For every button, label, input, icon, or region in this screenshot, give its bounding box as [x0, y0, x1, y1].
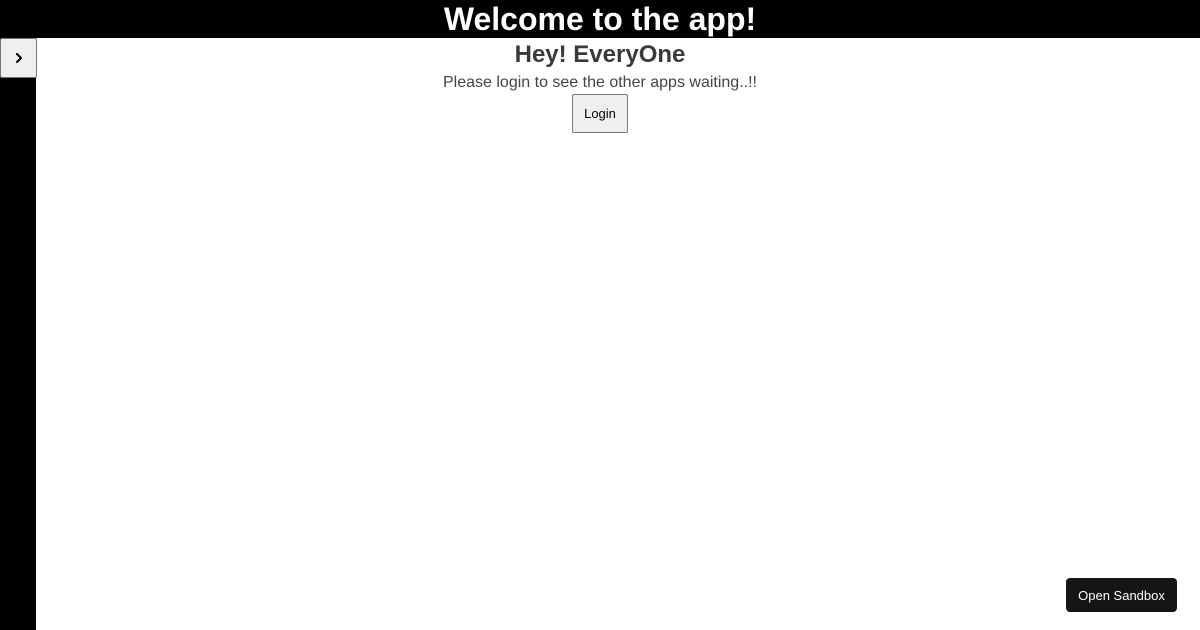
login-prompt-text: Please login to see the other apps waiti… [443, 74, 757, 91]
app-page: Welcome to the app! Hey! EveryOne Please… [0, 0, 1200, 630]
app-header: Welcome to the app! [0, 0, 1200, 38]
main-content: Hey! EveryOne Please login to see the ot… [0, 38, 1200, 133]
app-title: Welcome to the app! [443, 1, 757, 37]
login-button[interactable]: Login [572, 94, 628, 133]
welcome-heading: Hey! EveryOne [514, 41, 686, 68]
open-sandbox-button[interactable]: Open Sandbox [1066, 578, 1177, 612]
